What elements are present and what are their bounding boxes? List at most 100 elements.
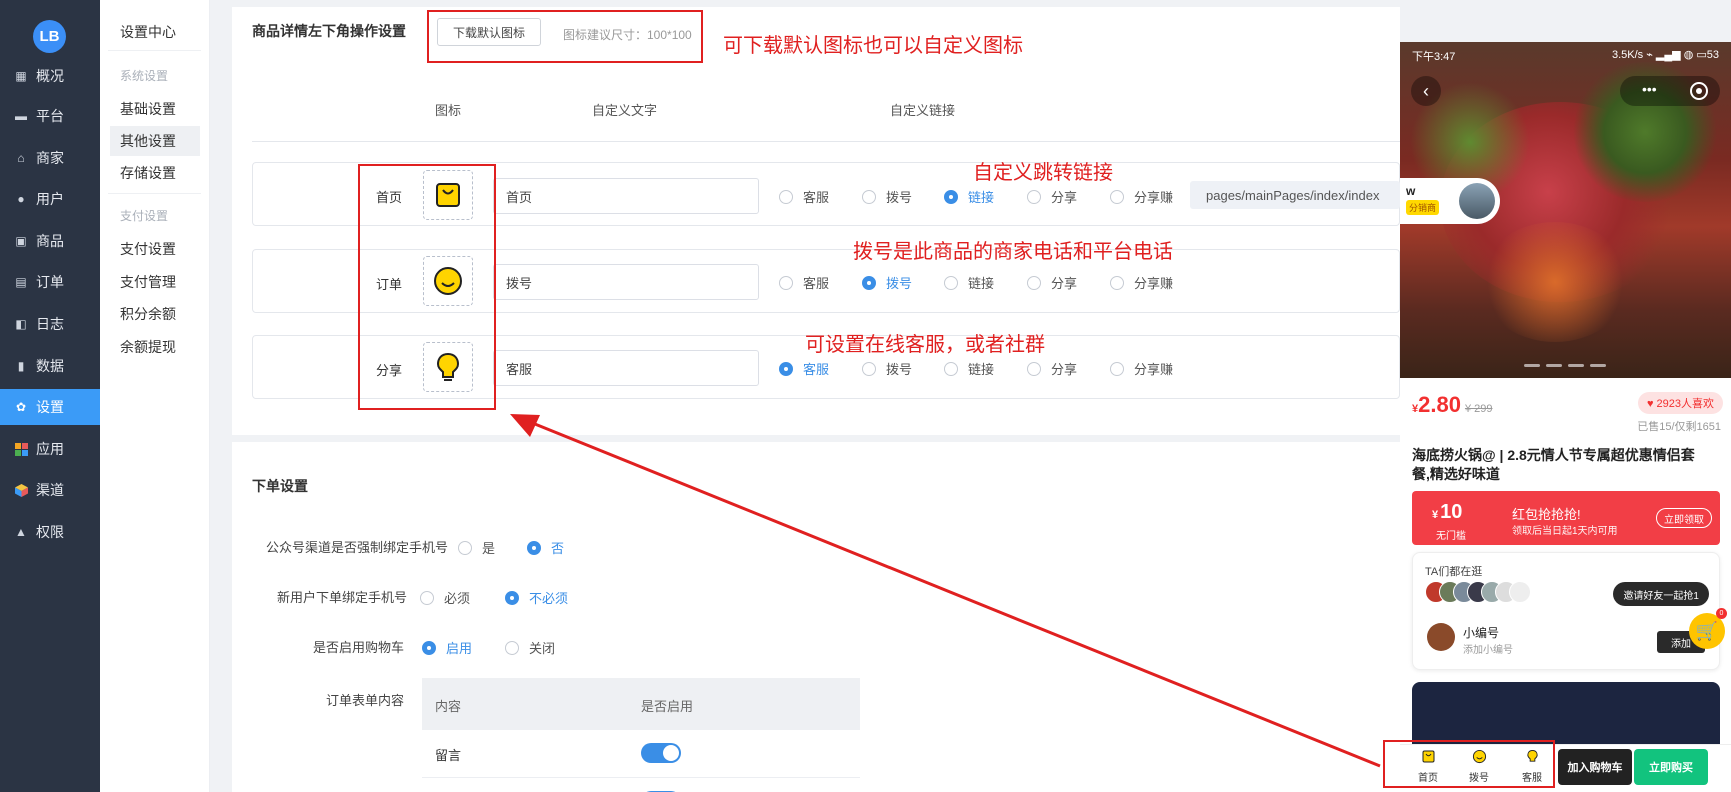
- nav-item-settings[interactable]: ✿ 设置: [0, 389, 100, 425]
- nav-item-platform[interactable]: ▬ 平台: [0, 98, 100, 134]
- close-target-icon[interactable]: [1690, 82, 1708, 100]
- radio-share-earn[interactable]: 分享赚: [1110, 359, 1173, 378]
- divider: [108, 50, 201, 51]
- column-header-link: 自定义链接: [890, 103, 956, 118]
- nav-item-goods[interactable]: ▣ 商品: [0, 223, 100, 259]
- user-name: w: [1406, 184, 1416, 198]
- apps-icon: [14, 442, 28, 456]
- table-row: [422, 778, 860, 792]
- radio-label: 分享: [1051, 362, 1078, 377]
- claim-coupon-button[interactable]: 立即领取: [1656, 508, 1712, 528]
- annotation-text: 拨号是此商品的商家电话和平台电话: [853, 241, 1173, 263]
- subnav-item-storage[interactable]: 存储设置: [110, 158, 200, 188]
- settings-subnav: 设置中心 系统设置 基础设置 其他设置 存储设置 支付设置 支付设置 支付管理 …: [100, 0, 210, 792]
- coupon-banner[interactable]: ¥10 无门槛 红包抢抢抢! 领取后当日起1天内可用 立即领取: [1412, 491, 1720, 545]
- table-header-enabled: 是否启用: [641, 699, 694, 714]
- add-to-cart-button[interactable]: 加入购物车: [1558, 749, 1632, 785]
- distributor-badge[interactable]: w 分销商: [1400, 178, 1500, 224]
- radio-required[interactable]: 必须: [420, 588, 470, 607]
- invite-friends-button[interactable]: 邀请好友一起抢1: [1613, 582, 1709, 606]
- back-button[interactable]: ‹: [1411, 76, 1441, 106]
- radio-dial[interactable]: 拨号: [862, 273, 912, 292]
- order-form-table: 内容 是否启用 留言: [422, 678, 860, 792]
- custom-text-input-home[interactable]: [493, 178, 759, 214]
- radio-not-required[interactable]: 不必须: [505, 588, 568, 607]
- radio-label: 客服: [803, 276, 830, 291]
- mini-program-capsule[interactable]: •••: [1620, 76, 1720, 106]
- subnav-item-other[interactable]: 其他设置: [110, 126, 200, 156]
- network-speed: 3.5K/s: [1612, 49, 1644, 61]
- radio-share-earn[interactable]: 分享赚: [1110, 187, 1173, 206]
- status-time: 下午3:47: [1412, 51, 1456, 63]
- subnav-item-pay-manage[interactable]: 支付管理: [110, 267, 200, 297]
- log-icon: ◧: [15, 317, 27, 331]
- radio-share[interactable]: 分享: [1027, 359, 1077, 378]
- carousel-indicator: [1524, 364, 1608, 367]
- nav-item-user[interactable]: ● 用户: [0, 181, 100, 217]
- nav-item-permission[interactable]: ▲ 权限: [0, 514, 100, 550]
- radio-link[interactable]: 链接: [944, 187, 994, 206]
- custom-text-input-share[interactable]: [493, 350, 759, 386]
- column-header-icon: 图标: [435, 103, 462, 118]
- nav-item-apps[interactable]: 应用: [0, 431, 100, 467]
- nav-label: 平台: [36, 108, 64, 124]
- radio-link[interactable]: 链接: [944, 273, 994, 292]
- subnav-item-points[interactable]: 积分余额: [110, 299, 200, 329]
- radio-dial[interactable]: 拨号: [862, 359, 912, 378]
- phone-preview: 下午3:47 3.5K/s ⌁ ▂▄▆ ◍ ▭53 ‹ ••• w 分销商 ¥2…: [1400, 42, 1731, 792]
- radio-label: 分享: [1051, 276, 1078, 291]
- table-header-content: 内容: [435, 699, 462, 714]
- nav-item-merchant[interactable]: ⌂ 商家: [0, 140, 100, 176]
- custom-text-input-order[interactable]: [493, 264, 759, 300]
- radio-label: 分享赚: [1134, 190, 1174, 205]
- subnav-group-payment: 支付设置: [120, 209, 169, 223]
- radio-close[interactable]: 关闭: [505, 638, 555, 657]
- section-title-detail-actions: 商品详情左下角操作设置: [252, 23, 406, 39]
- assistant-sub: 添加小编号: [1463, 645, 1513, 656]
- enable-toggle[interactable]: [641, 743, 681, 763]
- nav-label: 权限: [36, 524, 64, 540]
- radio-service[interactable]: 客服: [779, 273, 829, 292]
- buy-now-button[interactable]: 立即购买: [1634, 749, 1708, 785]
- subnav-item-pay-settings[interactable]: 支付设置: [110, 234, 200, 264]
- nav-label: 日志: [36, 316, 64, 332]
- table-divider: [252, 141, 1400, 142]
- radio-enable[interactable]: 启用: [422, 638, 472, 657]
- radio-label: 必须: [444, 591, 471, 606]
- annotation-text: 可下载默认图标也可以自定义图标: [723, 35, 1023, 57]
- radio-share[interactable]: 分享: [1027, 187, 1077, 206]
- product-price: ¥2.80 ¥ 299: [1412, 392, 1492, 418]
- order-icon: ▤: [15, 275, 27, 289]
- store-icon: ⌂: [17, 151, 25, 165]
- nav-item-order[interactable]: ▤ 订单: [0, 264, 100, 300]
- nav-item-log[interactable]: ◧ 日志: [0, 306, 100, 342]
- likes-badge[interactable]: ♥ 2923人喜欢: [1637, 392, 1723, 414]
- nav-label: 数据: [36, 358, 64, 374]
- nav-label: 概况: [36, 68, 64, 84]
- radio-yes[interactable]: 是: [458, 538, 495, 557]
- radio-label: 不必须: [529, 591, 569, 606]
- subnav-item-basic[interactable]: 基础设置: [110, 94, 200, 124]
- cube-icon: [14, 483, 28, 497]
- nav-label: 订单: [36, 274, 64, 290]
- radio-service[interactable]: 客服: [779, 359, 829, 378]
- radio-share[interactable]: 分享: [1027, 273, 1077, 292]
- subnav-item-withdraw[interactable]: 余额提现: [110, 332, 200, 362]
- radio-no[interactable]: 否: [527, 538, 564, 557]
- nav-item-data[interactable]: ▮ 数据: [0, 348, 100, 384]
- nav-item-overview[interactable]: ▦ 概况: [0, 58, 100, 94]
- nav-label: 商品: [36, 233, 64, 249]
- custom-link-input[interactable]: pages/mainPages/index/index: [1190, 181, 1400, 209]
- nav-item-channel[interactable]: 渠道: [0, 472, 100, 508]
- coupon-value: 10: [1440, 501, 1463, 523]
- app-logo[interactable]: LB: [33, 20, 66, 53]
- radio-dial[interactable]: 拨号: [862, 187, 912, 206]
- subnav-group-system: 系统设置: [120, 69, 169, 83]
- assistant-name: 小编号: [1463, 626, 1500, 640]
- radio-share-earn[interactable]: 分享赚: [1110, 273, 1173, 292]
- nav-label: 设置: [36, 399, 64, 415]
- radio-link[interactable]: 链接: [944, 359, 994, 378]
- more-icon[interactable]: •••: [1642, 81, 1657, 97]
- radio-service[interactable]: 客服: [779, 187, 829, 206]
- subnav-title: 设置中心: [120, 24, 176, 40]
